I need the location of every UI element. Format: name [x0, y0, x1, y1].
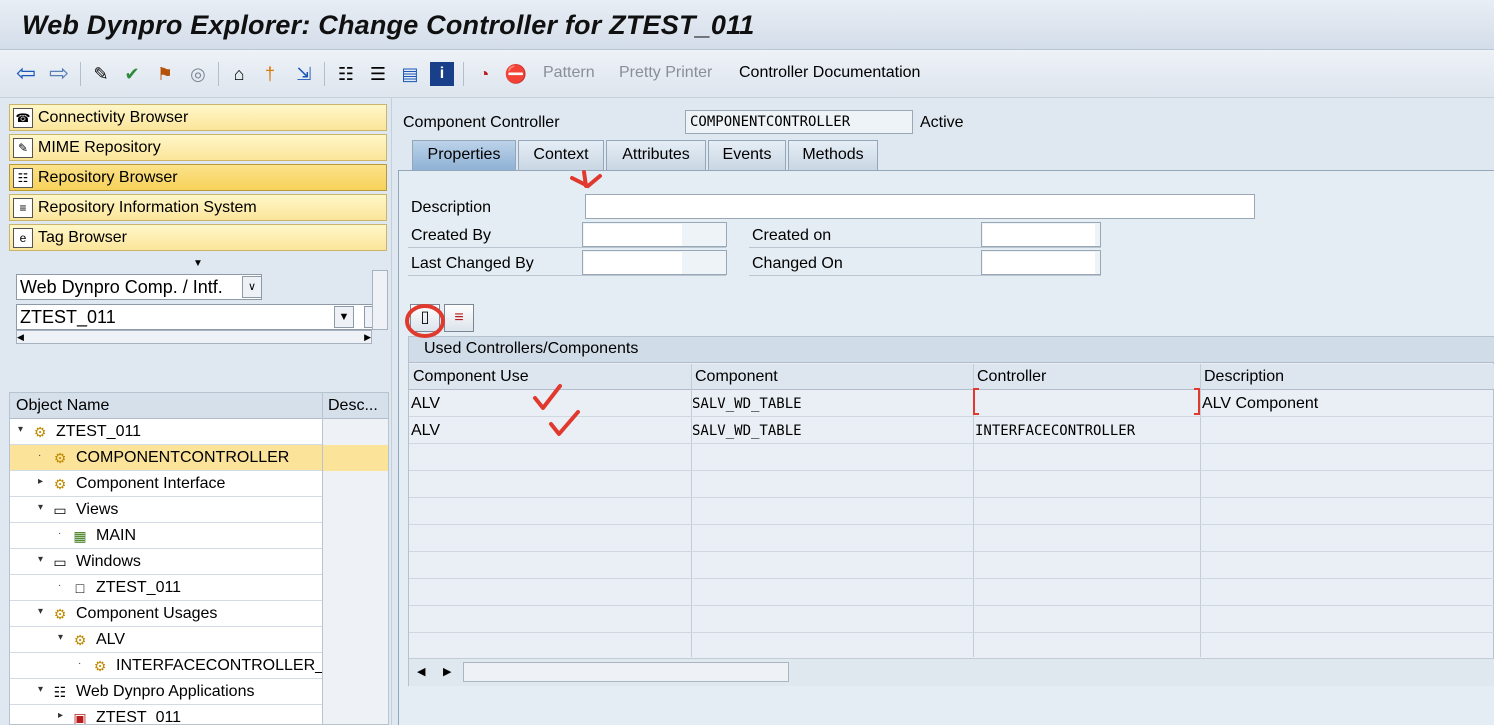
red-checkmark-annotation	[533, 384, 562, 410]
annotation-overlay	[405, 170, 602, 436]
red-checkmark-annotation	[549, 410, 580, 436]
red-arrow-stem-annotation	[582, 170, 588, 188]
red-circle-annotation	[405, 304, 445, 338]
